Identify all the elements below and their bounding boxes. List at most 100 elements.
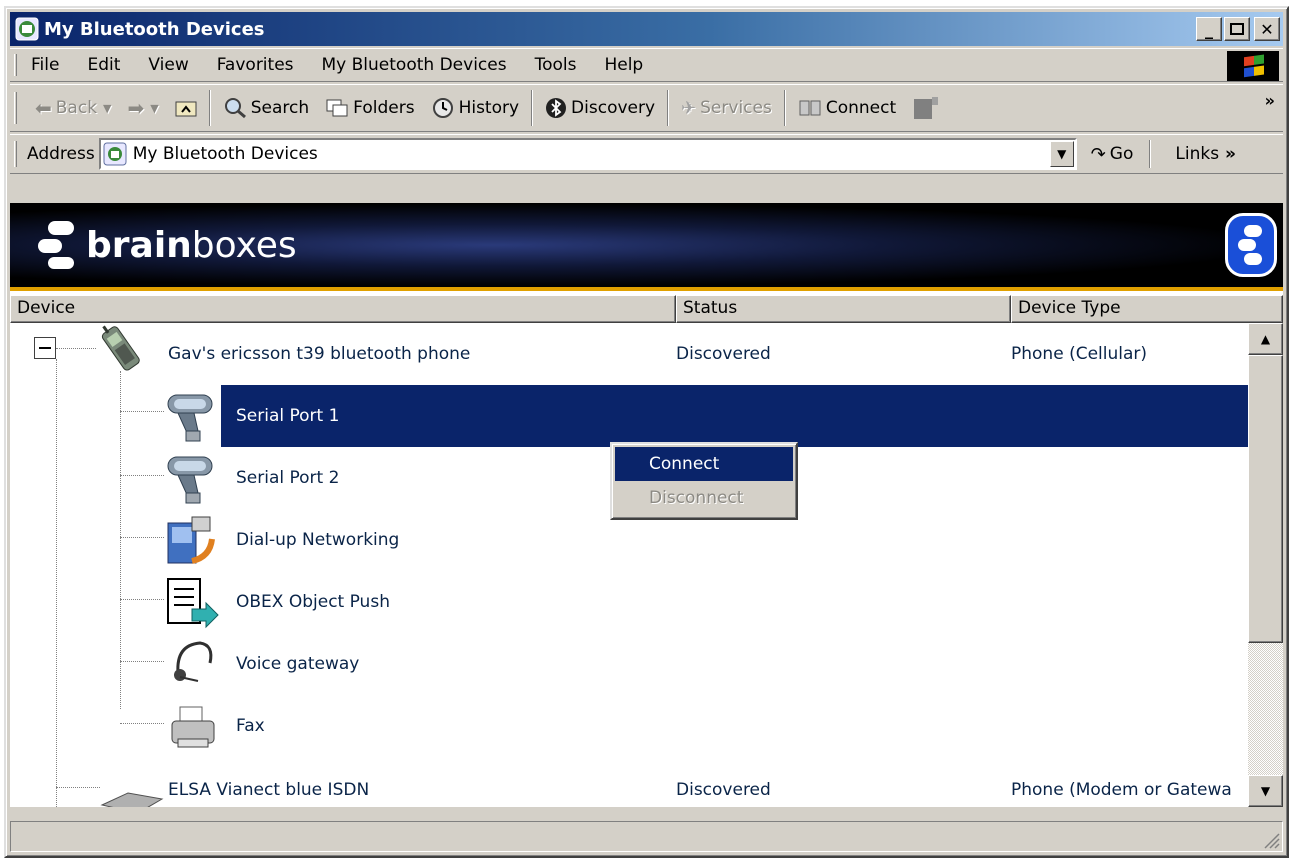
connect-label: Connect xyxy=(825,98,897,118)
disconnect-button[interactable] xyxy=(904,88,948,128)
device-type: Phone (Cellular) xyxy=(1011,344,1148,364)
context-menu: Connect Disconnect xyxy=(610,442,798,520)
go-arrow-icon: ↷ xyxy=(1090,143,1106,165)
menubar-grip[interactable] xyxy=(14,53,17,77)
scroll-down-button[interactable]: ▼ xyxy=(1248,775,1283,807)
brand-light-text: boxes xyxy=(191,224,297,266)
headset-icon xyxy=(174,641,213,682)
links-label: Links xyxy=(1175,144,1220,164)
forward-dropdown-icon[interactable]: ▼ xyxy=(150,102,158,115)
close-icon: ✕ xyxy=(1260,19,1274,39)
toolbar-separator xyxy=(783,90,786,126)
back-button[interactable]: ⬅ Back ▼ xyxy=(27,88,120,128)
context-disconnect[interactable]: Disconnect xyxy=(615,481,793,515)
service-row-fax[interactable]: Fax xyxy=(10,695,1248,757)
search-button[interactable]: Search xyxy=(215,88,317,128)
brand-bold-text: brain xyxy=(86,224,192,266)
menu-view[interactable]: View xyxy=(134,55,202,75)
address-value: My Bluetooth Devices xyxy=(132,144,318,164)
menu-bar: File Edit View Favorites My Bluetooth De… xyxy=(10,48,1283,82)
device-row[interactable]: ELSA Vianect blue ISDN Discovered Phone … xyxy=(10,759,1248,807)
forward-arrow-icon: ➡ xyxy=(127,96,145,120)
address-dropdown-button[interactable]: ▼ xyxy=(1049,141,1074,167)
address-label: Address xyxy=(27,144,95,164)
address-bar: Address My Bluetooth Devices ▼ ↷ Go Link… xyxy=(10,134,1283,174)
back-arrow-icon: ⬅ xyxy=(35,96,52,120)
service-row-voice-gateway[interactable]: Voice gateway xyxy=(10,633,1248,695)
back-label: Back xyxy=(55,98,98,118)
up-folder-icon xyxy=(175,101,197,117)
device-name: Gav's ericsson t39 bluetooth phone xyxy=(168,344,471,364)
bluetooth-window: My Bluetooth Devices _ ✕ File Edit View … xyxy=(4,6,1289,858)
bluetooth-devices-icon xyxy=(15,17,39,41)
maximize-button[interactable] xyxy=(1224,17,1250,41)
history-button[interactable]: History xyxy=(423,88,527,128)
menu-tools[interactable]: Tools xyxy=(521,55,591,75)
serial-port-icon xyxy=(167,456,213,504)
brainboxes-badge-icon xyxy=(1225,213,1277,277)
folders-label: Folders xyxy=(353,98,415,118)
history-label: History xyxy=(458,98,520,118)
service-name: OBEX Object Push xyxy=(236,592,390,612)
close-button[interactable]: ✕ xyxy=(1254,17,1280,41)
connect-button[interactable]: Connect xyxy=(790,88,904,128)
services-label: Services xyxy=(700,98,772,118)
collapse-toggle[interactable] xyxy=(34,337,56,359)
maximize-icon xyxy=(1230,23,1244,35)
back-dropdown-icon[interactable]: ▼ xyxy=(103,102,111,115)
forward-button[interactable]: ➡ ▼ xyxy=(120,88,167,128)
toolbar-grip[interactable] xyxy=(14,91,17,125)
menu-help[interactable]: Help xyxy=(590,55,657,75)
service-name: Serial Port 2 xyxy=(236,468,340,488)
column-header-device-type[interactable]: Device Type xyxy=(1011,295,1283,323)
toolbar-separator xyxy=(1149,140,1152,168)
vertical-scrollbar[interactable]: ▲ ▼ xyxy=(1248,323,1283,807)
title-bar[interactable]: My Bluetooth Devices _ ✕ xyxy=(10,12,1283,46)
links-button[interactable]: Links » xyxy=(1175,144,1236,164)
device-status: Discovered xyxy=(676,780,771,800)
addressbar-grip[interactable] xyxy=(14,140,17,168)
service-name: Fax xyxy=(236,716,265,736)
status-bar xyxy=(10,821,1283,852)
scroll-down-arrow-icon: ▼ xyxy=(1260,784,1271,798)
menu-favorites[interactable]: Favorites xyxy=(203,55,308,75)
device-row[interactable]: Gav's ericsson t39 bluetooth phone Disco… xyxy=(10,323,1248,385)
device-tree: Gav's ericsson t39 bluetooth phone Disco… xyxy=(10,323,1248,807)
search-icon xyxy=(224,98,246,119)
toolbar-separator xyxy=(531,90,534,126)
scrollbar-thumb[interactable] xyxy=(1248,355,1283,643)
folders-icon xyxy=(326,99,348,117)
scroll-up-button[interactable]: ▲ xyxy=(1248,323,1283,355)
column-header-device[interactable]: Device xyxy=(10,295,676,323)
discovery-button[interactable]: Discovery xyxy=(537,88,663,128)
menu-file[interactable]: File xyxy=(27,55,73,75)
context-connect[interactable]: Connect xyxy=(615,447,793,481)
bluetooth-discovery-icon xyxy=(546,98,567,118)
history-icon xyxy=(432,98,453,118)
brainboxes-banner: brain boxes xyxy=(10,203,1283,291)
minimize-button[interactable]: _ xyxy=(1196,17,1222,41)
column-header-status[interactable]: Status xyxy=(676,295,1011,323)
mobile-phone-icon xyxy=(101,325,140,371)
go-button[interactable]: ↷ Go xyxy=(1091,144,1134,165)
menu-my-bluetooth-devices[interactable]: My Bluetooth Devices xyxy=(308,55,521,75)
scroll-up-arrow-icon: ▲ xyxy=(1260,332,1271,346)
menu-edit[interactable]: Edit xyxy=(73,55,134,75)
column-headers: Device Status Device Type xyxy=(10,295,1283,323)
services-button[interactable]: ✈ Services xyxy=(673,88,780,128)
resize-grip-icon[interactable] xyxy=(1262,831,1280,849)
service-name: Dial-up Networking xyxy=(236,530,400,550)
service-name: Voice gateway xyxy=(236,654,360,674)
go-label: Go xyxy=(1109,144,1134,164)
toolbar-overflow-chevron[interactable]: » xyxy=(1265,91,1275,110)
window-title: My Bluetooth Devices xyxy=(44,18,265,40)
service-row-obex-object-push[interactable]: OBEX Object Push xyxy=(10,571,1248,633)
bluetooth-devices-icon xyxy=(103,142,127,166)
up-folder-button[interactable] xyxy=(167,88,205,128)
chevron-down-icon: ▼ xyxy=(1057,147,1067,161)
minimize-icon: _ xyxy=(1205,19,1213,39)
service-row-serial-port-1[interactable]: Serial Port 1 xyxy=(10,385,1248,447)
address-input[interactable]: My Bluetooth Devices ▼ xyxy=(98,138,1077,170)
obex-push-icon xyxy=(167,578,219,629)
folders-button[interactable]: Folders xyxy=(317,88,422,128)
